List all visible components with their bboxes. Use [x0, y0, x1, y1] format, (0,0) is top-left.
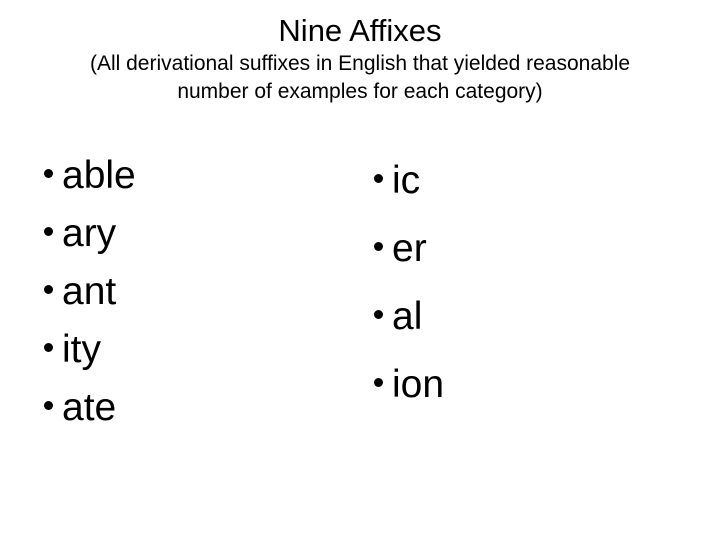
bullet-dot-icon	[374, 310, 383, 319]
bullet-dot-icon	[44, 169, 53, 178]
subtitle-line-1: (All derivational suffixes in English th…	[89, 52, 631, 75]
list-item-label: ant	[62, 270, 117, 313]
subtitle-line-2: number of examples for each category)	[177, 80, 543, 103]
list-item-label: ity	[62, 328, 101, 371]
list-item: er	[374, 227, 444, 295]
list-item: ic	[374, 148, 444, 227]
list-item-label: ary	[62, 212, 117, 255]
bullet-dot-icon	[374, 378, 383, 387]
list-item: ant	[44, 270, 136, 328]
list-item-label: ic	[392, 159, 421, 202]
list-item: ary	[44, 212, 136, 270]
bullet-dot-icon	[44, 285, 53, 294]
left-column: able ary ant ity ate	[44, 148, 136, 444]
bullet-dot-icon	[44, 343, 53, 352]
list-item-label: ion	[392, 363, 445, 406]
slide-canvas: Nine Affixes (All derivational suffixes …	[0, 0, 720, 540]
bullet-columns: able ary ant ity ate ic er al ion	[0, 148, 720, 448]
bullet-dot-icon	[374, 174, 383, 183]
list-item-label: able	[62, 154, 136, 197]
title-block: Nine Affixes (All derivational suffixes …	[0, 12, 720, 106]
list-item: al	[374, 295, 444, 363]
right-column: ic er al ion	[374, 148, 444, 431]
list-item: able	[44, 148, 136, 212]
list-item-label: al	[392, 295, 423, 338]
page-title: Nine Affixes	[278, 13, 442, 48]
list-item: ity	[44, 328, 136, 386]
list-item: ate	[44, 386, 136, 444]
bullet-dot-icon	[44, 227, 53, 236]
list-item-label: er	[392, 227, 427, 270]
bullet-dot-icon	[44, 401, 53, 410]
list-item: ion	[374, 363, 444, 431]
list-item-label: ate	[62, 386, 117, 429]
bullet-dot-icon	[374, 242, 383, 251]
